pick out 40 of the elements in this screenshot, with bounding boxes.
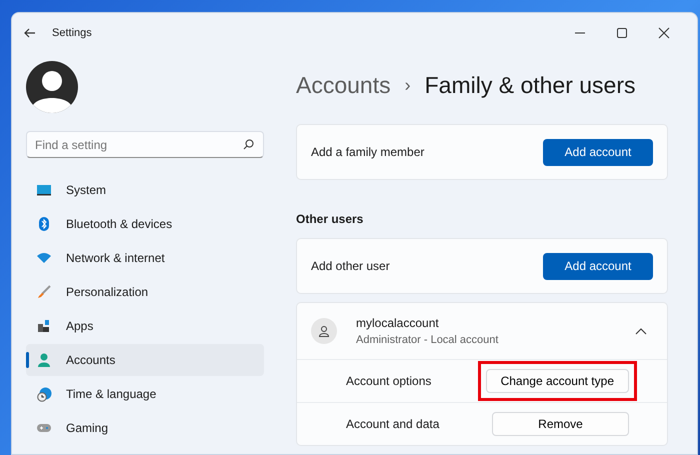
- user-name: mylocalaccount: [356, 314, 440, 332]
- sidebar-item[interactable]: Bluetooth & devices: [26, 208, 264, 240]
- bluetooth-icon: [38, 216, 50, 232]
- breadcrumb-link[interactable]: Accounts: [296, 68, 391, 102]
- setting-label: Add a family member: [311, 144, 424, 161]
- apps-icon: [37, 319, 51, 333]
- sidebar-item[interactable]: Gaming: [26, 412, 264, 444]
- close-icon[interactable]: [658, 27, 670, 39]
- setting-label: Add other user: [311, 258, 390, 275]
- wifi-icon: [36, 252, 52, 264]
- monitor-icon: [36, 184, 52, 196]
- page-title: Family & other users: [424, 70, 636, 100]
- account-type: Administrator - Local account: [356, 332, 500, 348]
- search-field[interactable]: Find a setting: [26, 131, 264, 158]
- search-icon: [243, 139, 254, 150]
- user-header[interactable]: mylocalaccount Administrator - Local account: [297, 303, 667, 359]
- sidebar-item[interactable]: System: [26, 174, 264, 206]
- sidebar-item[interactable]: Time & language: [26, 378, 264, 410]
- gamepad-icon: [36, 422, 52, 434]
- add-account-button[interactable]: Add account: [543, 138, 653, 166]
- sidebar-item[interactable]: Accounts: [26, 344, 264, 376]
- sidebar-item[interactable]: Personalization: [26, 276, 264, 308]
- sidebar-item[interactable]: Apps: [26, 310, 264, 342]
- maximize-icon[interactable]: [616, 27, 628, 39]
- option-button[interactable]: Remove: [492, 412, 629, 436]
- add-account-button[interactable]: Add account: [543, 252, 653, 280]
- sidebar-item[interactable]: Network & internet: [26, 242, 264, 274]
- breadcrumb-separator: ›: [404, 74, 411, 96]
- brush-icon: [37, 285, 51, 299]
- user-avatar: [311, 318, 337, 344]
- person-icon: [37, 352, 51, 368]
- window-title: Settings: [52, 26, 93, 41]
- avatar-placeholder: [26, 61, 78, 113]
- selection-indicator: [26, 352, 29, 368]
- globe-clock-icon: [36, 386, 52, 402]
- option-label: Account and data: [346, 416, 440, 433]
- back-arrow-icon[interactable]: [24, 28, 36, 38]
- option-button[interactable]: Change account type: [486, 369, 629, 393]
- option-label: Account options: [346, 373, 432, 390]
- section-heading: Other users: [296, 211, 364, 228]
